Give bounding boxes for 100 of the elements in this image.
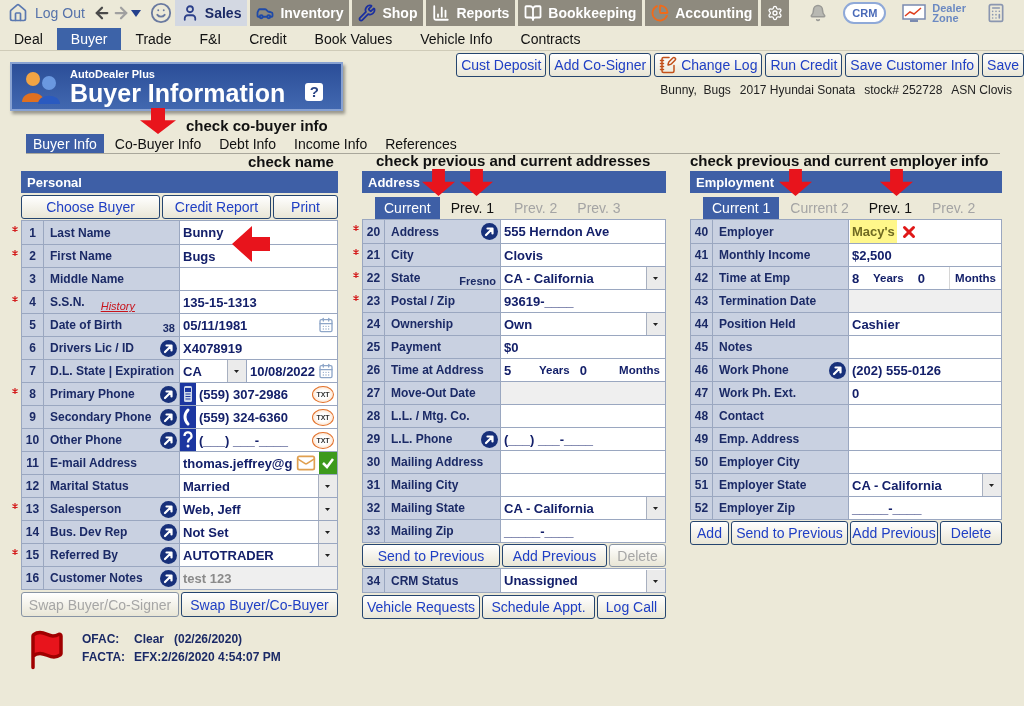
input-field[interactable]: 8 (849, 267, 871, 289)
select-field[interactable]: Not Set (180, 521, 337, 543)
arrow-circle-icon[interactable] (160, 339, 177, 357)
select-field[interactable]: Web, Jeff (180, 498, 337, 520)
arrow-circle-icon[interactable] (829, 361, 846, 379)
panel-button[interactable]: Add Previous (502, 544, 607, 567)
history-link[interactable]: History (100, 300, 135, 313)
panel-button[interactable]: Send to Previous (731, 521, 848, 545)
date-field[interactable]: 05/11/1981 (180, 314, 337, 336)
input-field[interactable] (849, 405, 1001, 427)
action-button[interactable]: Cust Deposit (456, 53, 547, 77)
input-field[interactable]: 5 (501, 359, 537, 381)
caret-icon[interactable] (130, 9, 141, 17)
action-button[interactable]: Run Credit (765, 53, 843, 77)
panel-button[interactable]: Swap Buyer/Co-Buyer (181, 592, 338, 617)
smiley-icon[interactable] (149, 2, 172, 24)
menu-tab[interactable]: Book Values (300, 27, 407, 50)
input-field[interactable]: Clovis (501, 244, 665, 266)
email-field[interactable]: thomas.jeffrey@g (180, 452, 319, 474)
nav-tab[interactable]: Sales (174, 0, 248, 26)
input-field[interactable]: 135-15-1313 (180, 291, 337, 313)
arrow-circle-icon[interactable] (160, 408, 177, 426)
menu-tab[interactable]: Deal (0, 27, 57, 50)
input-field[interactable]: Bunny (180, 221, 337, 244)
input-field[interactable] (501, 474, 665, 496)
panel-button[interactable]: Add Previous (850, 521, 938, 545)
input-field[interactable]: $0 (501, 336, 665, 358)
help-button[interactable]: ? (305, 82, 324, 101)
panel-button[interactable]: Credit Report (162, 195, 271, 219)
input-field[interactable]: Macy's (849, 220, 1001, 243)
action-button[interactable]: Add Co-Signer (549, 53, 652, 77)
select-field[interactable]: AUTOTRADER (180, 544, 337, 566)
action-button[interactable]: Change Log (654, 53, 763, 77)
input-field[interactable] (849, 451, 1001, 473)
calculator-icon[interactable] (986, 3, 1007, 23)
arrow-circle-icon[interactable] (481, 430, 498, 448)
input-field[interactable]: X4078919 (180, 337, 337, 359)
arrow-circle-icon[interactable] (160, 569, 177, 587)
input-field[interactable]: 0 (849, 382, 1001, 404)
input-field[interactable] (180, 268, 337, 290)
input-field[interactable]: 93619-____ (501, 290, 665, 312)
input-field[interactable]: (202) 555-0126 (849, 359, 1001, 381)
select-field[interactable]: CA - California (849, 474, 1001, 496)
input-field[interactable]: 0 (571, 359, 615, 381)
input-field[interactable]: (___) ___-____ (501, 428, 665, 450)
panel-button[interactable]: Vehicle Requests (362, 595, 480, 619)
bell-icon[interactable] (809, 4, 828, 22)
input-field[interactable]: _____-____ (501, 520, 665, 542)
action-button[interactable]: Save Customer Info (845, 53, 980, 77)
envelope-icon[interactable] (296, 453, 316, 473)
menu-tab[interactable]: Contracts (506, 27, 595, 50)
calendar-icon[interactable] (318, 317, 334, 333)
panel-tab[interactable]: Prev. 1 (859, 197, 922, 219)
settings-button[interactable] (761, 0, 790, 26)
panel-button[interactable]: Schedule Appt. (482, 595, 595, 619)
input-field[interactable]: Cashier (849, 313, 1001, 335)
menu-tab[interactable]: F&I (185, 27, 236, 50)
panel-tab[interactable]: Current (375, 197, 440, 219)
input-field[interactable] (501, 451, 665, 473)
panel-tab[interactable]: Prev. 1 (441, 197, 503, 219)
select-field[interactable]: CA (180, 360, 246, 382)
select-field[interactable]: Married (180, 475, 337, 497)
section-tab[interactable]: Co-Buyer Info (107, 134, 209, 153)
input-field[interactable] (849, 428, 1001, 450)
input-field[interactable] (501, 382, 665, 404)
arrow-circle-icon[interactable] (160, 431, 177, 449)
input-field[interactable]: 555 Herndon Ave (501, 220, 665, 243)
menu-tab[interactable]: Buyer (56, 27, 122, 50)
panel-button[interactable]: Send to Previous (362, 544, 500, 567)
panel-button[interactable]: Log Call (597, 595, 666, 619)
panel-button[interactable]: Delete (940, 521, 1002, 545)
crm-button[interactable]: CRM (843, 2, 887, 24)
input-field[interactable] (849, 290, 1001, 312)
date-field[interactable]: 10/08/2022 (246, 360, 337, 382)
input-field[interactable]: $2,500 (849, 244, 1001, 266)
section-tab[interactable]: References (378, 134, 464, 153)
input-field[interactable]: _____-____ (849, 497, 1001, 519)
menu-tab[interactable]: Credit (235, 27, 301, 50)
menu-tab[interactable]: Trade (121, 27, 186, 50)
input-field[interactable] (501, 405, 665, 427)
calendar-icon[interactable] (318, 363, 335, 379)
arrow-circle-icon[interactable] (160, 546, 177, 564)
arrow-circle-icon[interactable] (160, 523, 177, 541)
input-field[interactable]: Bugs (180, 245, 337, 267)
panel-tab[interactable]: Current 1 (703, 197, 780, 219)
menu-tab[interactable]: Vehicle Info (406, 27, 507, 50)
select-field[interactable]: Unassigned (501, 569, 665, 592)
input-field[interactable]: 0 (905, 267, 950, 289)
action-button[interactable]: Save (982, 53, 1024, 77)
panel-button[interactable]: Add (690, 521, 729, 545)
logout-link[interactable]: Log Out (8, 3, 85, 23)
section-tab[interactable]: Debt Info (212, 134, 284, 153)
panel-button[interactable]: Print (273, 195, 338, 219)
section-tab[interactable]: Buyer Info (26, 134, 104, 153)
select-field[interactable]: CA - California (501, 267, 665, 289)
input-field[interactable] (849, 336, 1001, 358)
arrow-circle-icon[interactable] (160, 500, 177, 518)
select-field[interactable]: Own (501, 313, 665, 335)
panel-button[interactable]: Choose Buyer (21, 195, 160, 219)
select-field[interactable]: CA - California (501, 497, 665, 519)
